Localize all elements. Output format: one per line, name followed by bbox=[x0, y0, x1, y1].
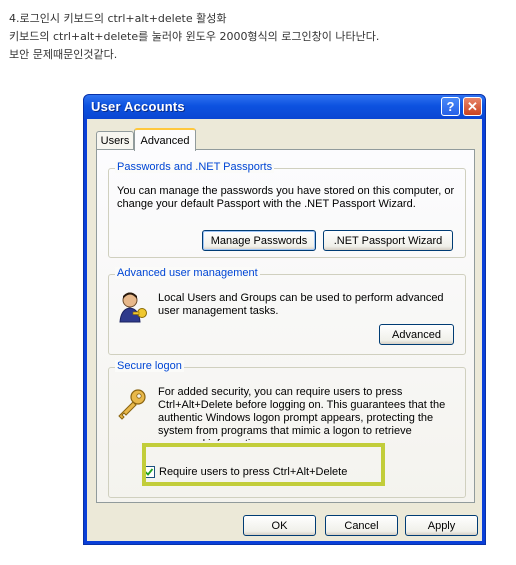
secure-logon-label: Secure logon bbox=[115, 360, 184, 372]
apply-button[interactable]: Apply bbox=[405, 515, 478, 536]
window-title: User Accounts bbox=[91, 99, 185, 114]
key-icon bbox=[115, 388, 149, 424]
secure-logon-description: For added security, you can require user… bbox=[158, 386, 446, 441]
passwords-description: You can manage the passwords you have st… bbox=[117, 185, 455, 210]
advanced-user-management-group: Advanced user management Local Users and… bbox=[108, 267, 466, 355]
tab-advanced[interactable]: Advanced bbox=[134, 128, 196, 151]
tab-users[interactable]: Users bbox=[96, 131, 134, 150]
passwords-group: Passwords and .NET Passports You can man… bbox=[108, 161, 466, 258]
blog-text: 4.로그인시 키보드의 ctrl+alt+delete 활성화 키보드의 ctr… bbox=[9, 10, 379, 64]
advanced-description: Local Users and Groups can be used to pe… bbox=[158, 292, 444, 317]
help-button[interactable]: ? bbox=[441, 97, 460, 116]
advanced-group-label: Advanced user management bbox=[115, 267, 260, 279]
cancel-button[interactable]: Cancel bbox=[325, 515, 398, 536]
blog-line-2: 키보드의 ctrl+alt+delete를 눌러야 윈도우 2000형식의 로그… bbox=[9, 30, 380, 43]
close-button[interactable]: ✕ bbox=[463, 97, 482, 116]
blog-line-1: 4.로그인시 키보드의 ctrl+alt+delete 활성화 bbox=[9, 12, 227, 25]
title-bar[interactable]: User Accounts ? ✕ bbox=[84, 95, 485, 119]
ok-button[interactable]: OK bbox=[243, 515, 316, 536]
manage-passwords-button[interactable]: Manage Passwords bbox=[202, 230, 316, 251]
net-passport-wizard-button[interactable]: .NET Passport Wizard bbox=[323, 230, 453, 251]
passwords-group-label: Passwords and .NET Passports bbox=[115, 161, 275, 173]
users-key-icon bbox=[117, 290, 151, 328]
checkbox-highlight-box bbox=[142, 443, 385, 486]
advanced-button[interactable]: Advanced bbox=[379, 324, 454, 345]
blog-line-3: 보안 문제때문인것같다. bbox=[9, 48, 118, 61]
